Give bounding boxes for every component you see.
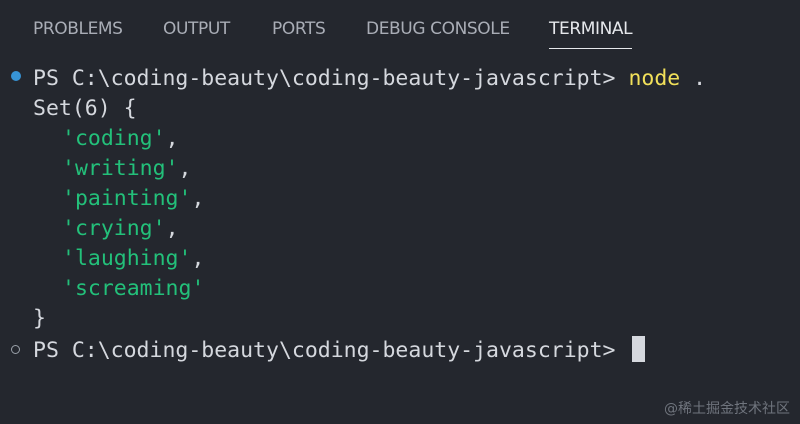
terminal-input-line[interactable]: PS C:\coding-beauty\coding-beauty-javasc…: [33, 336, 646, 366]
set-item: 'writing',: [62, 156, 192, 181]
watermark: @稀土掘金技术社区: [664, 401, 790, 417]
output-footer: }: [33, 306, 46, 331]
tab-debug-console[interactable]: DEBUG CONSOLE: [366, 19, 510, 47]
set-item: 'crying',: [62, 216, 179, 241]
set-item: 'coding',: [62, 126, 179, 151]
terminal-command-line: PS C:\coding-beauty\coding-beauty-javasc…: [33, 64, 706, 94]
prompt-text: PS C:\coding-beauty\coding-beauty-javasc…: [33, 338, 616, 363]
command-arg-text: .: [693, 66, 707, 91]
command-text: node: [628, 66, 681, 91]
set-item: 'painting',: [62, 186, 205, 211]
output-header: Set(6) {: [33, 96, 137, 121]
tab-terminal[interactable]: TERMINAL: [549, 19, 633, 49]
set-item: 'screaming': [62, 276, 205, 301]
set-item: 'laughing',: [62, 246, 205, 271]
panel-tab-bar: PROBLEMS OUTPUT PORTS DEBUG CONSOLE TERM…: [0, 0, 800, 58]
command-pending-dot-icon[interactable]: [11, 345, 20, 354]
tab-problems[interactable]: PROBLEMS: [33, 19, 123, 47]
terminal-cursor: [632, 336, 646, 362]
command-success-dot-icon[interactable]: [11, 71, 21, 81]
tab-ports[interactable]: PORTS: [272, 19, 326, 47]
terminal-output[interactable]: PS C:\coding-beauty\coding-beauty-javasc…: [0, 62, 800, 382]
tab-output[interactable]: OUTPUT: [163, 19, 230, 47]
prompt-text: PS C:\coding-beauty\coding-beauty-javasc…: [33, 66, 616, 91]
